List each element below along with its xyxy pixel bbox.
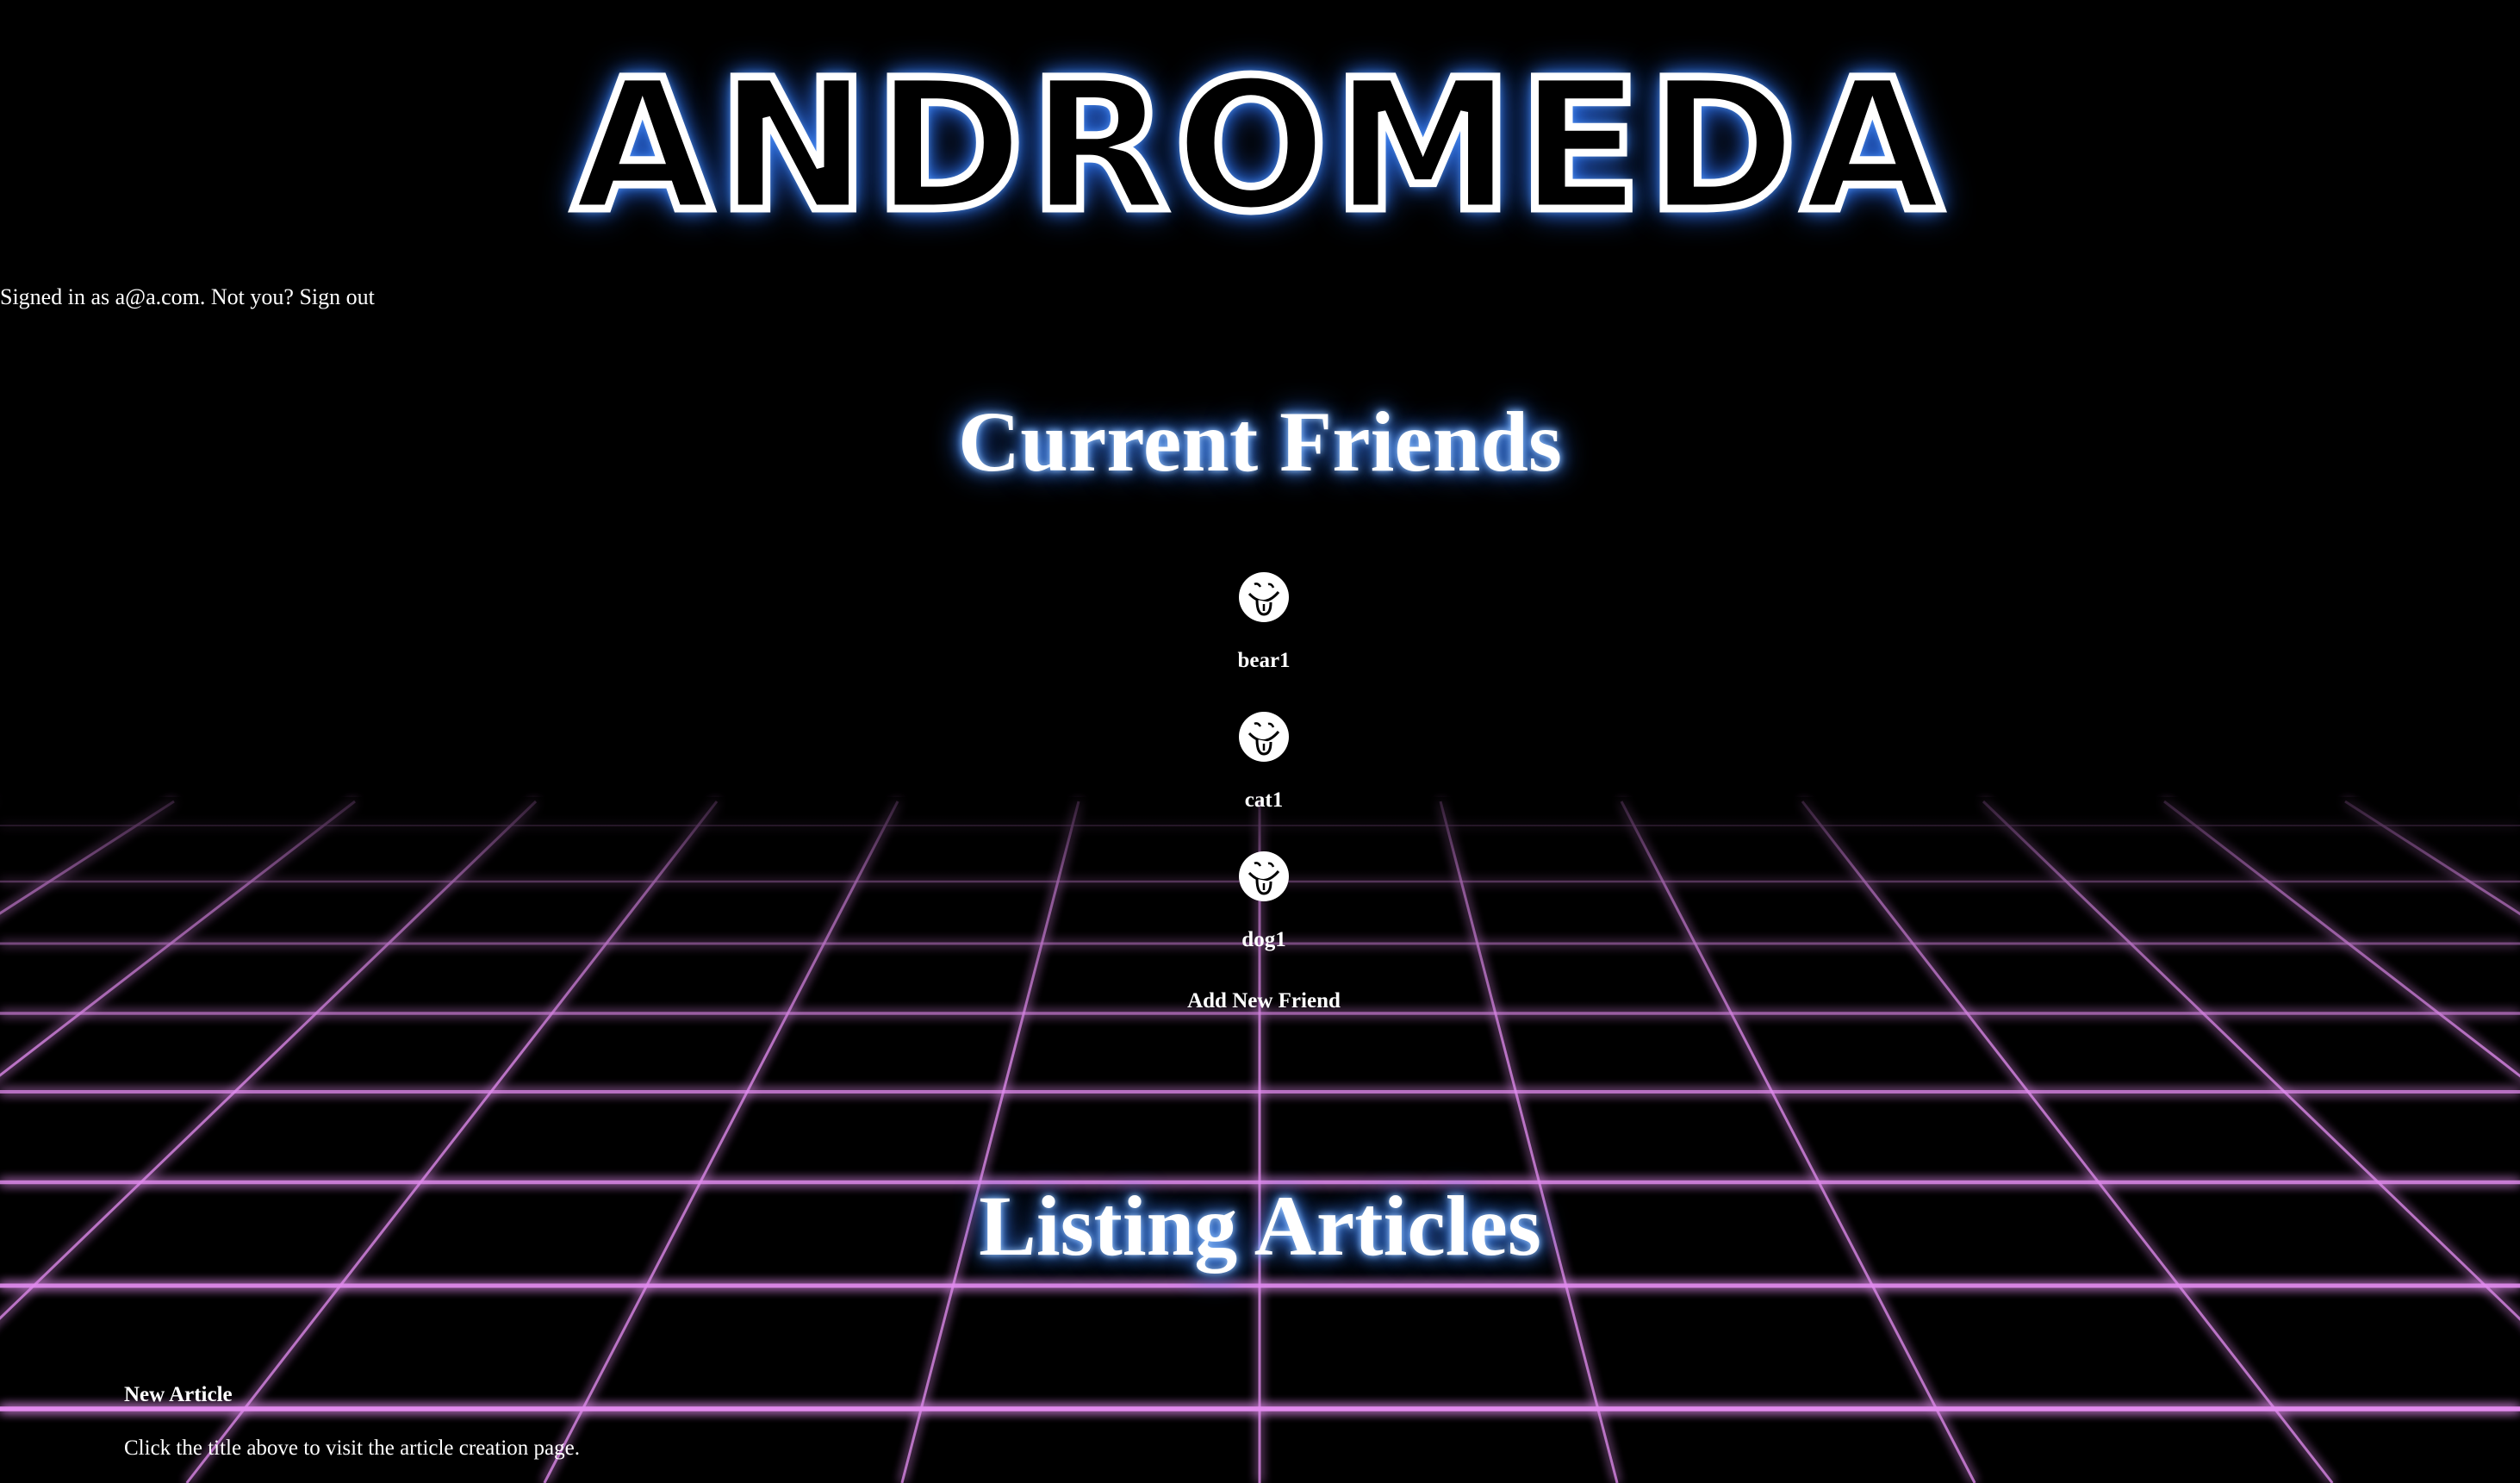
page: Andromeda Signed in as a@a.com. Not you?… [0, 0, 2520, 1483]
tongue-face-icon[interactable] [1238, 851, 1290, 902]
friend-item[interactable]: cat1 [1178, 711, 1350, 813]
add-friend-link[interactable]: Add New Friend [1092, 989, 1436, 1013]
tongue-face-icon[interactable] [1238, 711, 1290, 763]
new-article-hint: Click the title above to visit the artic… [124, 1436, 580, 1460]
signed-in-prefix: Signed in as [0, 284, 115, 309]
friend-item[interactable]: dog1 [1178, 851, 1350, 952]
not-you-text: . Not you? [199, 284, 300, 309]
articles-heading: Listing Articles [979, 1178, 1541, 1274]
sign-out-link[interactable]: Sign out [299, 284, 374, 309]
friends-heading: Current Friends [958, 394, 1562, 489]
friend-name-link[interactable]: dog1 [1178, 928, 1350, 952]
friend-name-link[interactable]: cat1 [1178, 788, 1350, 813]
site-logo[interactable]: Andromeda [0, 47, 2520, 245]
session-bar: Signed in as a@a.com. Not you? Sign out [0, 284, 375, 310]
friend-name-link[interactable]: bear1 [1178, 649, 1350, 673]
new-article-link[interactable]: New Article [124, 1383, 233, 1407]
signed-in-email: a@a.com [115, 284, 200, 309]
tongue-face-icon[interactable] [1238, 571, 1290, 623]
friend-item[interactable]: bear1 [1178, 571, 1350, 673]
